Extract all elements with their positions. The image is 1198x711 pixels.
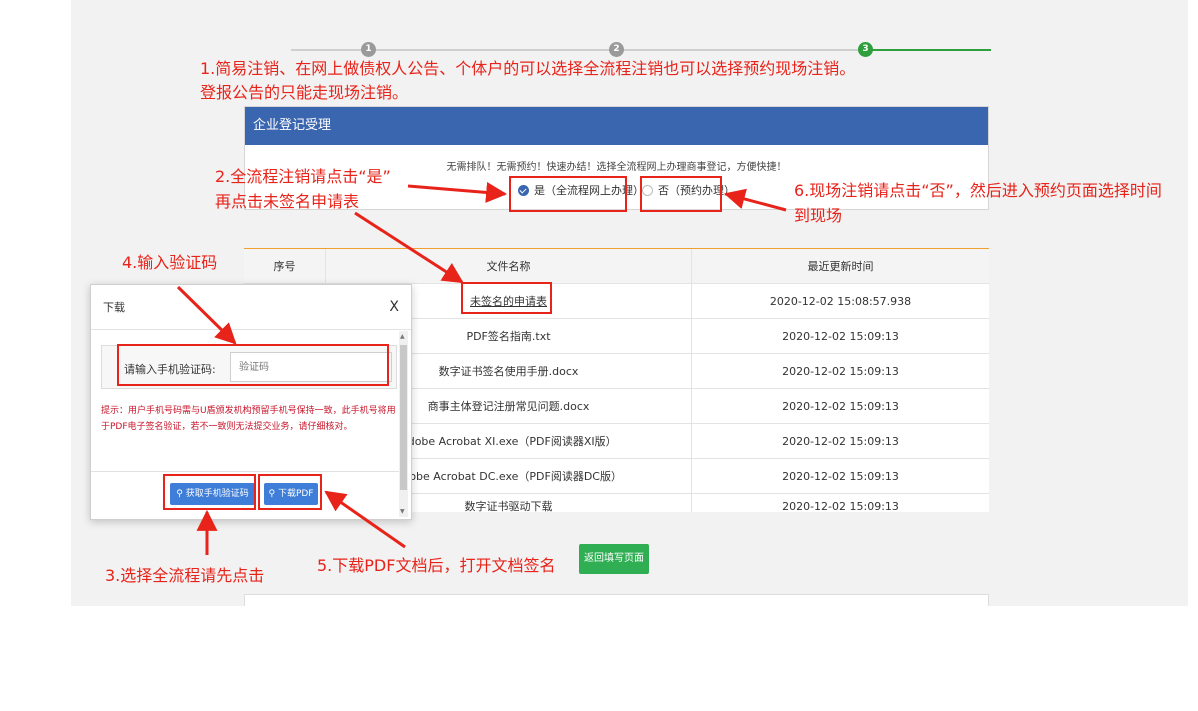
arrow-to-online-option bbox=[407, 181, 508, 203]
arrow-to-unsigned-form bbox=[354, 211, 464, 284]
annotation-arrows bbox=[176, 181, 787, 555]
arrow-to-sms-input bbox=[176, 285, 237, 345]
arrow-to-appointment-option bbox=[723, 188, 787, 212]
arrow-to-pdf-button bbox=[324, 490, 406, 549]
screenshot-canvas: 1 2 3 企业登记受理 无需排队！无需预约！快速办结！选择全流程网上办理商事登… bbox=[0, 0, 1198, 711]
